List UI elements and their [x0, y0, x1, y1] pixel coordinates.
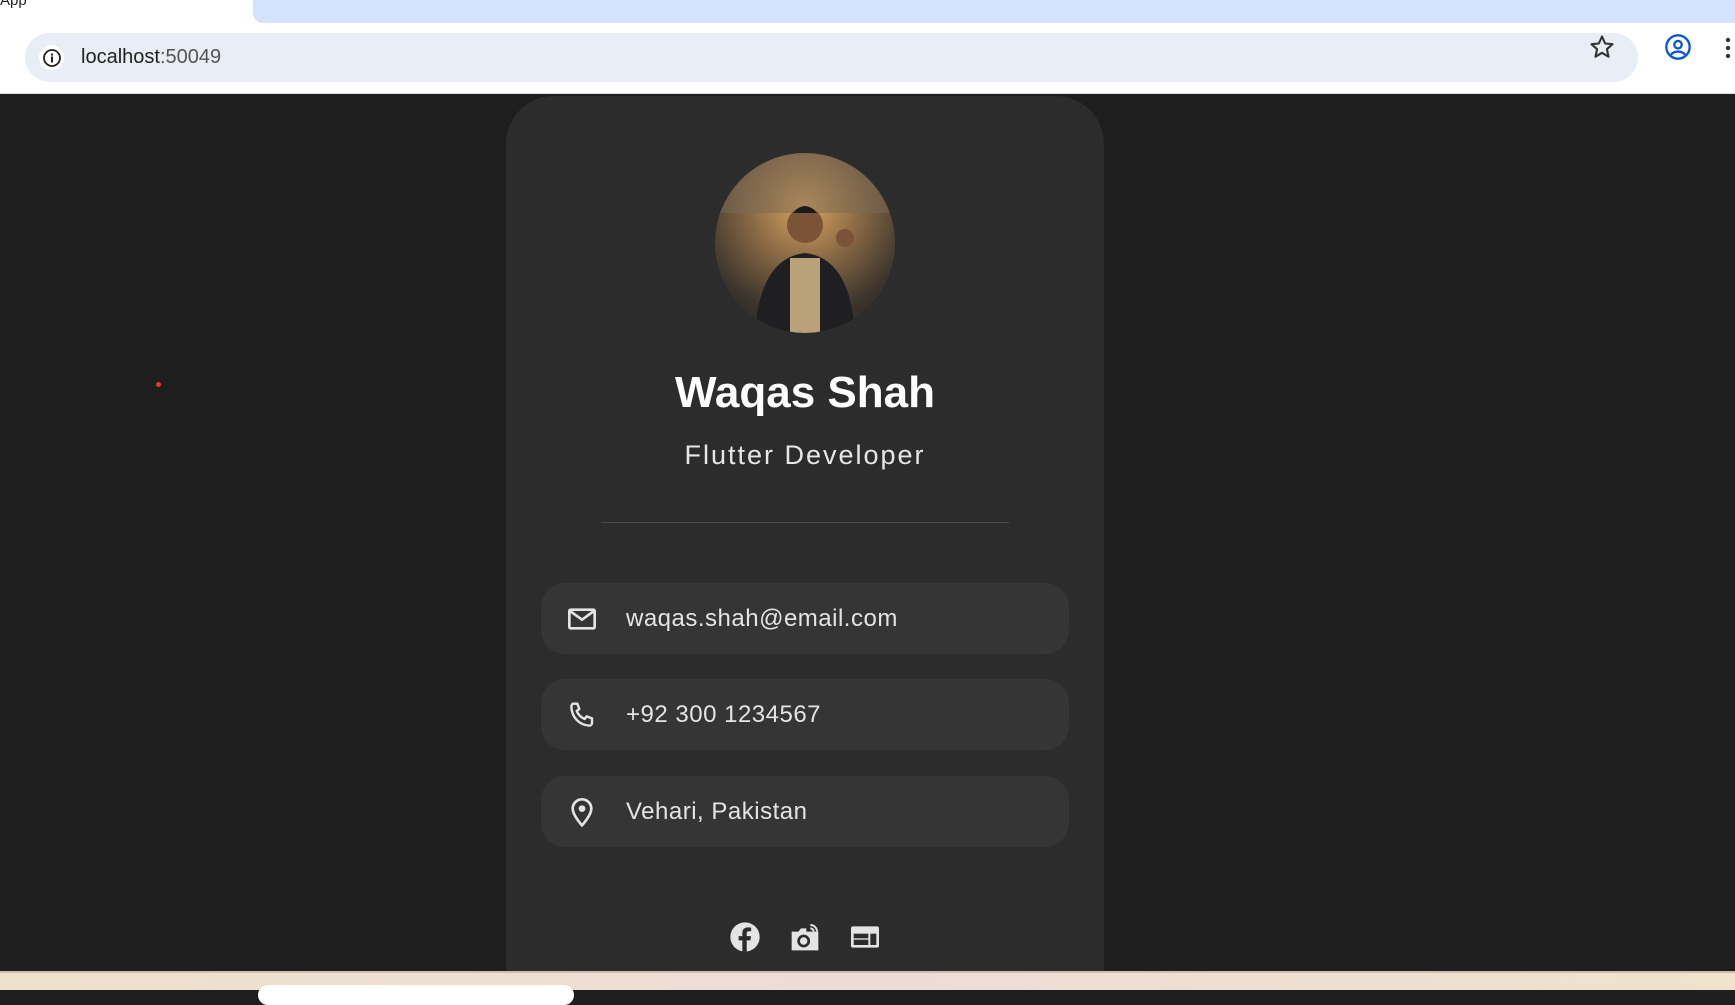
- mail-icon: [568, 607, 596, 630]
- location-card[interactable]: Vehari, Pakistan: [541, 776, 1069, 847]
- cursor-dot: [156, 382, 161, 387]
- more-menu-icon[interactable]: [1724, 36, 1732, 60]
- profile-icon[interactable]: [1664, 33, 1692, 61]
- email-card[interactable]: waqas.shah@email.com: [541, 583, 1069, 654]
- phone-card[interactable]: +92 300 1234567: [541, 679, 1069, 750]
- star-icon[interactable]: [1588, 33, 1616, 61]
- url-host: localhost: [81, 46, 160, 68]
- camera-icon[interactable]: [789, 921, 821, 953]
- web-icon[interactable]: [849, 921, 881, 953]
- os-taskbar: [0, 971, 1735, 1005]
- url-port: :50049: [159, 46, 222, 68]
- divider: [601, 522, 1009, 523]
- profile-title: Flutter Developer: [684, 440, 926, 470]
- url-text[interactable]: localhost:50049: [81, 46, 221, 69]
- address-bar[interactable]: localhost:50049: [25, 33, 1638, 82]
- phone-icon: [570, 701, 594, 727]
- browser-toolbar: localhost:50049: [0, 23, 1735, 94]
- app-page: Waqas Shah Flutter Developer waqas.shah@…: [0, 94, 1735, 971]
- location-pin-icon: [571, 797, 593, 827]
- profile-card: Waqas Shah Flutter Developer waqas.shah@…: [506, 96, 1104, 971]
- location-text: Vehari, Pakistan: [626, 797, 808, 825]
- email-text: waqas.shah@email.com: [626, 604, 898, 632]
- phone-text: +92 300 1234567: [626, 700, 822, 728]
- tab-strip-background: [253, 0, 1735, 23]
- avatar: [715, 153, 895, 333]
- profile-name: Waqas Shah: [675, 368, 935, 417]
- tab-title[interactable]: App: [0, 0, 27, 9]
- info-icon[interactable]: [39, 45, 64, 70]
- taskbar-search[interactable]: [258, 985, 574, 1005]
- facebook-icon[interactable]: [729, 921, 761, 953]
